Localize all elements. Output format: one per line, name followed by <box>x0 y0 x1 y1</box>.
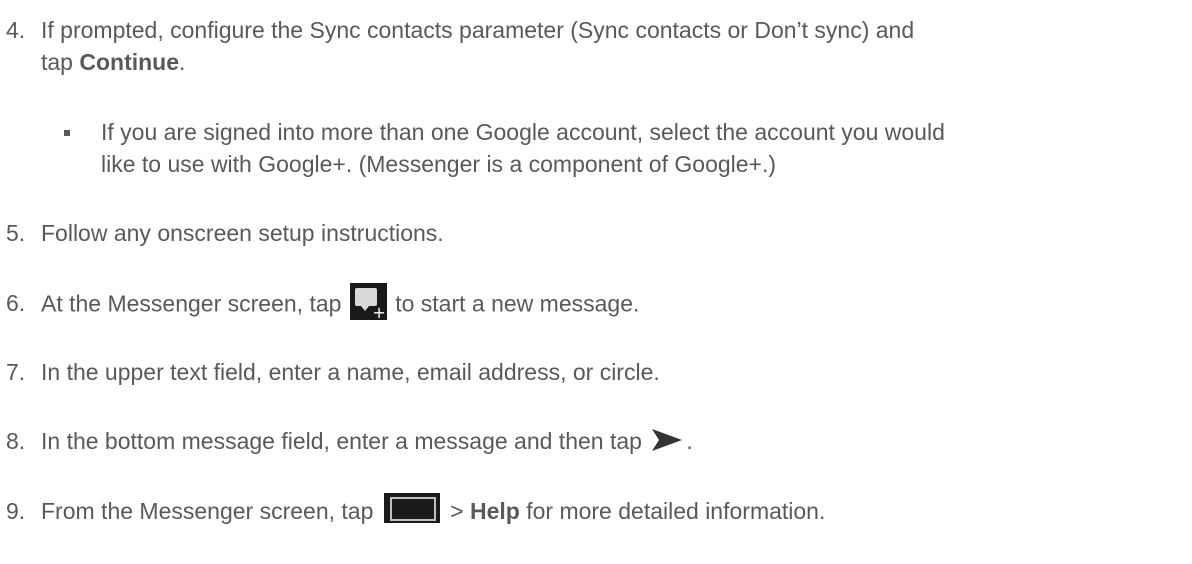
send-icon <box>650 427 684 453</box>
step-text: In the bottom message field, enter a mes… <box>41 428 649 454</box>
step-text-line: At the Messenger screen, tap + to start … <box>41 283 640 324</box>
bullet-text-line: If you are signed into more than one Goo… <box>101 119 945 145</box>
step-number: 8. <box>6 428 26 454</box>
help-label: Help <box>469 498 520 524</box>
new-message-icon: + <box>349 283 387 321</box>
continue-label: Continue <box>79 49 180 75</box>
step-text: > <box>443 498 470 524</box>
step-number: 7. <box>6 359 26 385</box>
step-text: From the Messenger screen, tap <box>41 498 380 524</box>
step-number: 5. <box>6 220 26 246</box>
step-text-line: In the bottom message field, enter a mes… <box>41 425 693 458</box>
step-text-line: Follow any onscreen setup instructions. <box>41 220 444 246</box>
step-text: . <box>179 49 186 75</box>
step-text-line: If prompted, configure the Sync contacts… <box>41 17 915 43</box>
step-text: At the Messenger screen, tap <box>41 290 348 317</box>
step-text-line: In the upper text field, enter a name, e… <box>41 359 660 385</box>
bullet-text-line: like to use with Google+. (Messenger is … <box>101 151 777 177</box>
square-bullet-icon <box>64 130 70 136</box>
step-number: 6. <box>6 290 26 316</box>
step-text: tap <box>41 49 80 75</box>
step-text: . <box>686 428 693 454</box>
step-text-line: tap Continue. <box>41 46 185 79</box>
step-text: to start a new message. <box>388 290 640 317</box>
step-text-line: From the Messenger screen, tap > Help fo… <box>41 492 826 528</box>
menu-icon <box>383 492 440 523</box>
step-number: 4. <box>6 17 26 43</box>
step-text: for more detailed information. <box>519 498 826 524</box>
step-number: 9. <box>6 498 26 524</box>
